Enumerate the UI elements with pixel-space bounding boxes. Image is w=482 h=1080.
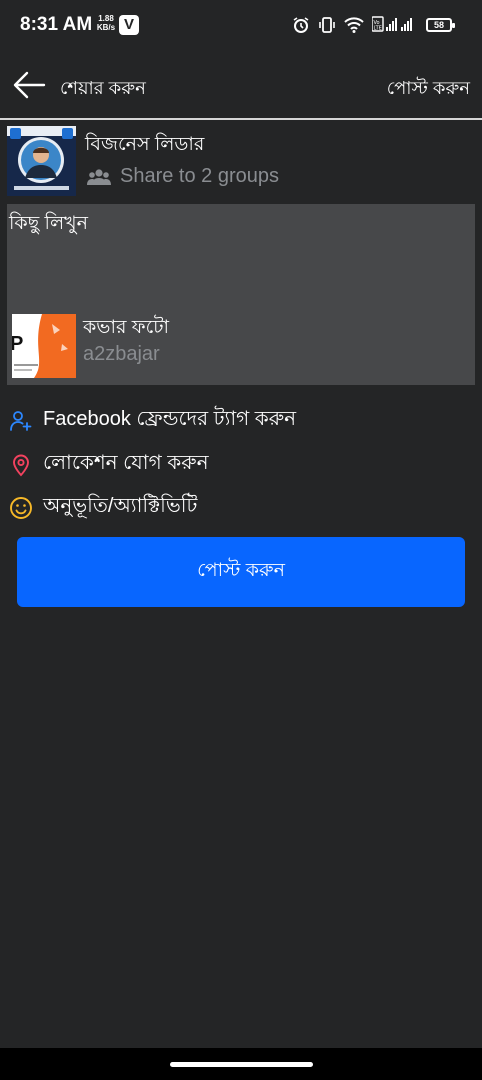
smiley-icon [9, 496, 33, 520]
status-icons: Vo LTE 58 [292, 14, 455, 36]
feeling-activity-option[interactable]: অনুভূতি/অ্যাক্টিভিটি [9, 491, 197, 524]
link-domain: a2zbajar [83, 343, 160, 365]
post-button[interactable]: পোস্ট করুন [17, 537, 465, 607]
alarm-icon [293, 17, 309, 33]
battery-icon: 58 [426, 18, 455, 32]
compose-input[interactable]: কিছু লিখুন [9, 209, 88, 241]
svg-text:LTE: LTE [374, 26, 382, 32]
groups-icon [87, 168, 111, 185]
status-time: 8:31 AM [20, 14, 93, 35]
network-speed: 1.88 KB/s [96, 14, 116, 32]
share-audience[interactable]: Share to 2 groups [87, 165, 279, 188]
tag-friends-option[interactable]: Facebook ফ্রেন্ডদের ট্যাগ করুন [9, 404, 296, 437]
tag-friends-icon [9, 409, 33, 433]
navigation-bar [0, 1048, 482, 1080]
add-location-label: লোকেশন যোগ করুন [43, 452, 209, 474]
feeling-activity-label: অনুভূতি/অ্যাক্টিভিটি [43, 495, 198, 517]
compose-box[interactable]: কিছু লিখুন P কভার ফটো a2zbajar [7, 204, 475, 385]
page-avatar [7, 126, 76, 196]
add-location-option[interactable]: লোকেশন যোগ করুন [9, 448, 209, 481]
svg-text:P: P [12, 333, 23, 355]
app-bar: শেয়ার করুন পোস্ট করুন [0, 52, 482, 118]
post-header-button[interactable]: পোস্ট করুন [387, 74, 470, 105]
screen-title: শেয়ার করুন [60, 78, 146, 98]
link-thumbnail: P [12, 314, 76, 378]
header-divider [0, 118, 482, 120]
tag-friends-label: Facebook ফ্রেন্ডদের ট্যাগ করুন [43, 408, 297, 430]
app-notification-icon: V [119, 15, 139, 35]
link-title: কভার ফটো [83, 317, 170, 338]
back-arrow-icon[interactable] [12, 68, 46, 102]
signal-icon: VoLTE [372, 16, 412, 32]
share-to-groups-text: Share to 2 groups [120, 165, 279, 187]
vibrate-icon [319, 17, 335, 33]
status-bar: 8:31 AM 1.88 KB/s V Vo LTE 58 [0, 0, 482, 52]
page-name: বিজনেস লিডার [85, 134, 205, 155]
home-indicator[interactable] [170, 1062, 313, 1067]
wifi-icon [344, 17, 364, 33]
location-pin-icon [9, 453, 33, 477]
